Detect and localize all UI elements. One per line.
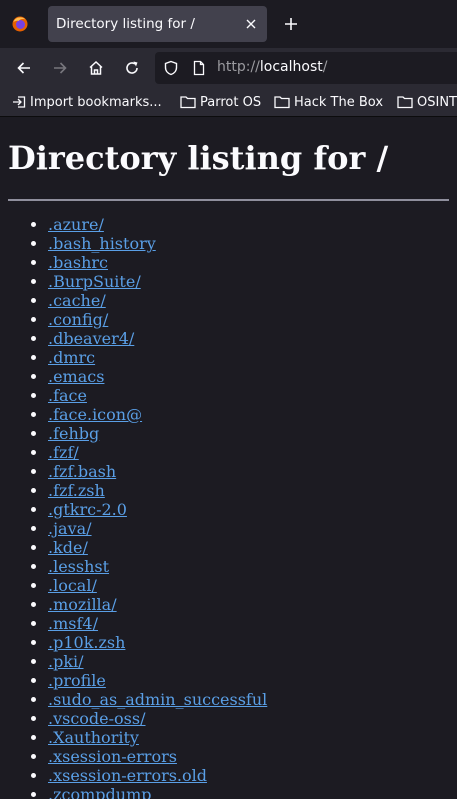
page-content: Directory listing for / .azure/.bash_his… (0, 117, 457, 799)
directory-listing: .azure/.bash_history.bashrc.BurpSuite/.c… (8, 215, 449, 799)
list-item: .Xauthority (48, 728, 449, 747)
bookmarks-toolbar: Import bookmarks... Parrot OS Hack The B… (0, 88, 457, 117)
url-host: localhost (259, 59, 323, 75)
url-path: / (322, 59, 328, 75)
browser-chrome: Directory listing for / http://localhost… (0, 0, 457, 117)
list-item: .gtkrc-2.0 (48, 500, 449, 519)
navigation-toolbar: http://localhost/ (0, 48, 457, 88)
list-item: .fehbg (48, 424, 449, 443)
tab-title: Directory listing for / (56, 16, 195, 32)
bookmark-label: Hack The Box (294, 94, 384, 110)
file-link[interactable]: .fehbg (48, 424, 99, 443)
list-item: .emacs (48, 367, 449, 386)
bookmark-import[interactable]: Import bookmarks... (12, 92, 162, 112)
file-link[interactable]: .zcompdump (48, 785, 151, 799)
bookmark-label: Import bookmarks... (30, 94, 162, 110)
list-item: .dmrc (48, 348, 449, 367)
list-item: .vscode-oss/ (48, 709, 449, 728)
file-link[interactable]: .Xauthority (48, 728, 139, 747)
url-text[interactable]: http://localhost/ (217, 59, 327, 75)
list-item: .lesshst (48, 557, 449, 576)
tab-active[interactable]: Directory listing for / (48, 6, 267, 42)
divider (8, 199, 449, 201)
list-item: .java/ (48, 519, 449, 538)
list-item: .zcompdump (48, 785, 449, 799)
file-link[interactable]: .cache/ (48, 291, 106, 310)
file-link[interactable]: .lesshst (48, 557, 109, 576)
file-link[interactable]: .azure/ (48, 215, 104, 234)
folder-icon (180, 96, 196, 109)
file-link[interactable]: .face (48, 386, 87, 405)
list-item: .BurpSuite/ (48, 272, 449, 291)
file-link[interactable]: .fzf/ (48, 443, 79, 462)
list-item: .azure/ (48, 215, 449, 234)
tab-strip: Directory listing for / (0, 0, 457, 48)
file-link[interactable]: .emacs (48, 367, 104, 386)
file-link[interactable]: .fzf.zsh (48, 481, 105, 500)
file-link[interactable]: .dbeaver4/ (48, 329, 134, 348)
file-link[interactable]: .gtkrc-2.0 (48, 500, 127, 519)
file-link[interactable]: .p10k.zsh (48, 633, 125, 652)
page-icon[interactable] (191, 60, 207, 76)
url-scheme: http:// (217, 59, 260, 75)
bookmark-hack-the-box[interactable]: Hack The Box (274, 92, 383, 112)
file-link[interactable]: .BurpSuite/ (48, 272, 141, 291)
firefox-icon[interactable] (12, 16, 28, 32)
list-item: .bashrc (48, 253, 449, 272)
list-item: .face (48, 386, 449, 405)
bookmark-parrot-os[interactable]: Parrot OS (180, 92, 261, 112)
list-item: .local/ (48, 576, 449, 595)
list-item: .bash_history (48, 234, 449, 253)
page-title: Directory listing for / (8, 139, 389, 177)
file-link[interactable]: .face.icon@ (48, 405, 142, 424)
bookmark-label: OSINT (417, 94, 457, 110)
home-icon[interactable] (82, 54, 110, 82)
list-item: .msf4/ (48, 614, 449, 633)
list-item: .config/ (48, 310, 449, 329)
list-item: .dbeaver4/ (48, 329, 449, 348)
list-item: .xsession-errors.old (48, 766, 449, 785)
folder-icon (274, 96, 290, 109)
file-link[interactable]: .pki/ (48, 652, 84, 671)
shield-icon[interactable] (163, 60, 179, 76)
file-link[interactable]: .local/ (48, 576, 97, 595)
list-item: .kde/ (48, 538, 449, 557)
list-item: .fzf/ (48, 443, 449, 462)
reload-icon[interactable] (118, 54, 146, 82)
list-item: .xsession-errors (48, 747, 449, 766)
file-link[interactable]: .xsession-errors.old (48, 766, 207, 785)
import-icon (13, 96, 26, 108)
list-item: .profile (48, 671, 449, 690)
url-bar[interactable]: http://localhost/ (155, 52, 457, 84)
file-link[interactable]: .dmrc (48, 348, 95, 367)
file-link[interactable]: .bash_history (48, 234, 156, 253)
file-link[interactable]: .bashrc (48, 253, 108, 272)
list-item: .face.icon@ (48, 405, 449, 424)
file-link[interactable]: .mozilla/ (48, 595, 117, 614)
list-item: .mozilla/ (48, 595, 449, 614)
file-link[interactable]: .fzf.bash (48, 462, 116, 481)
file-link[interactable]: .java/ (48, 519, 92, 538)
file-link[interactable]: .sudo_as_admin_successful (48, 690, 267, 709)
list-item: .pki/ (48, 652, 449, 671)
file-link[interactable]: .config/ (48, 310, 108, 329)
bookmark-osint[interactable]: OSINT (397, 92, 457, 112)
folder-icon (397, 96, 413, 109)
file-link[interactable]: .xsession-errors (48, 747, 177, 766)
list-item: .fzf.zsh (48, 481, 449, 500)
list-item: .cache/ (48, 291, 449, 310)
list-item: .p10k.zsh (48, 633, 449, 652)
file-link[interactable]: .vscode-oss/ (48, 709, 146, 728)
bookmark-label: Parrot OS (200, 94, 262, 110)
list-item: .fzf.bash (48, 462, 449, 481)
list-item: .sudo_as_admin_successful (48, 690, 449, 709)
file-link[interactable]: .profile (48, 671, 106, 690)
close-tab-icon[interactable] (239, 12, 263, 36)
arrow-left-icon[interactable] (10, 54, 38, 82)
file-link[interactable]: .kde/ (48, 538, 88, 557)
arrow-right-icon[interactable] (46, 54, 74, 82)
file-link[interactable]: .msf4/ (48, 614, 98, 633)
new-tab-icon[interactable] (279, 12, 303, 36)
